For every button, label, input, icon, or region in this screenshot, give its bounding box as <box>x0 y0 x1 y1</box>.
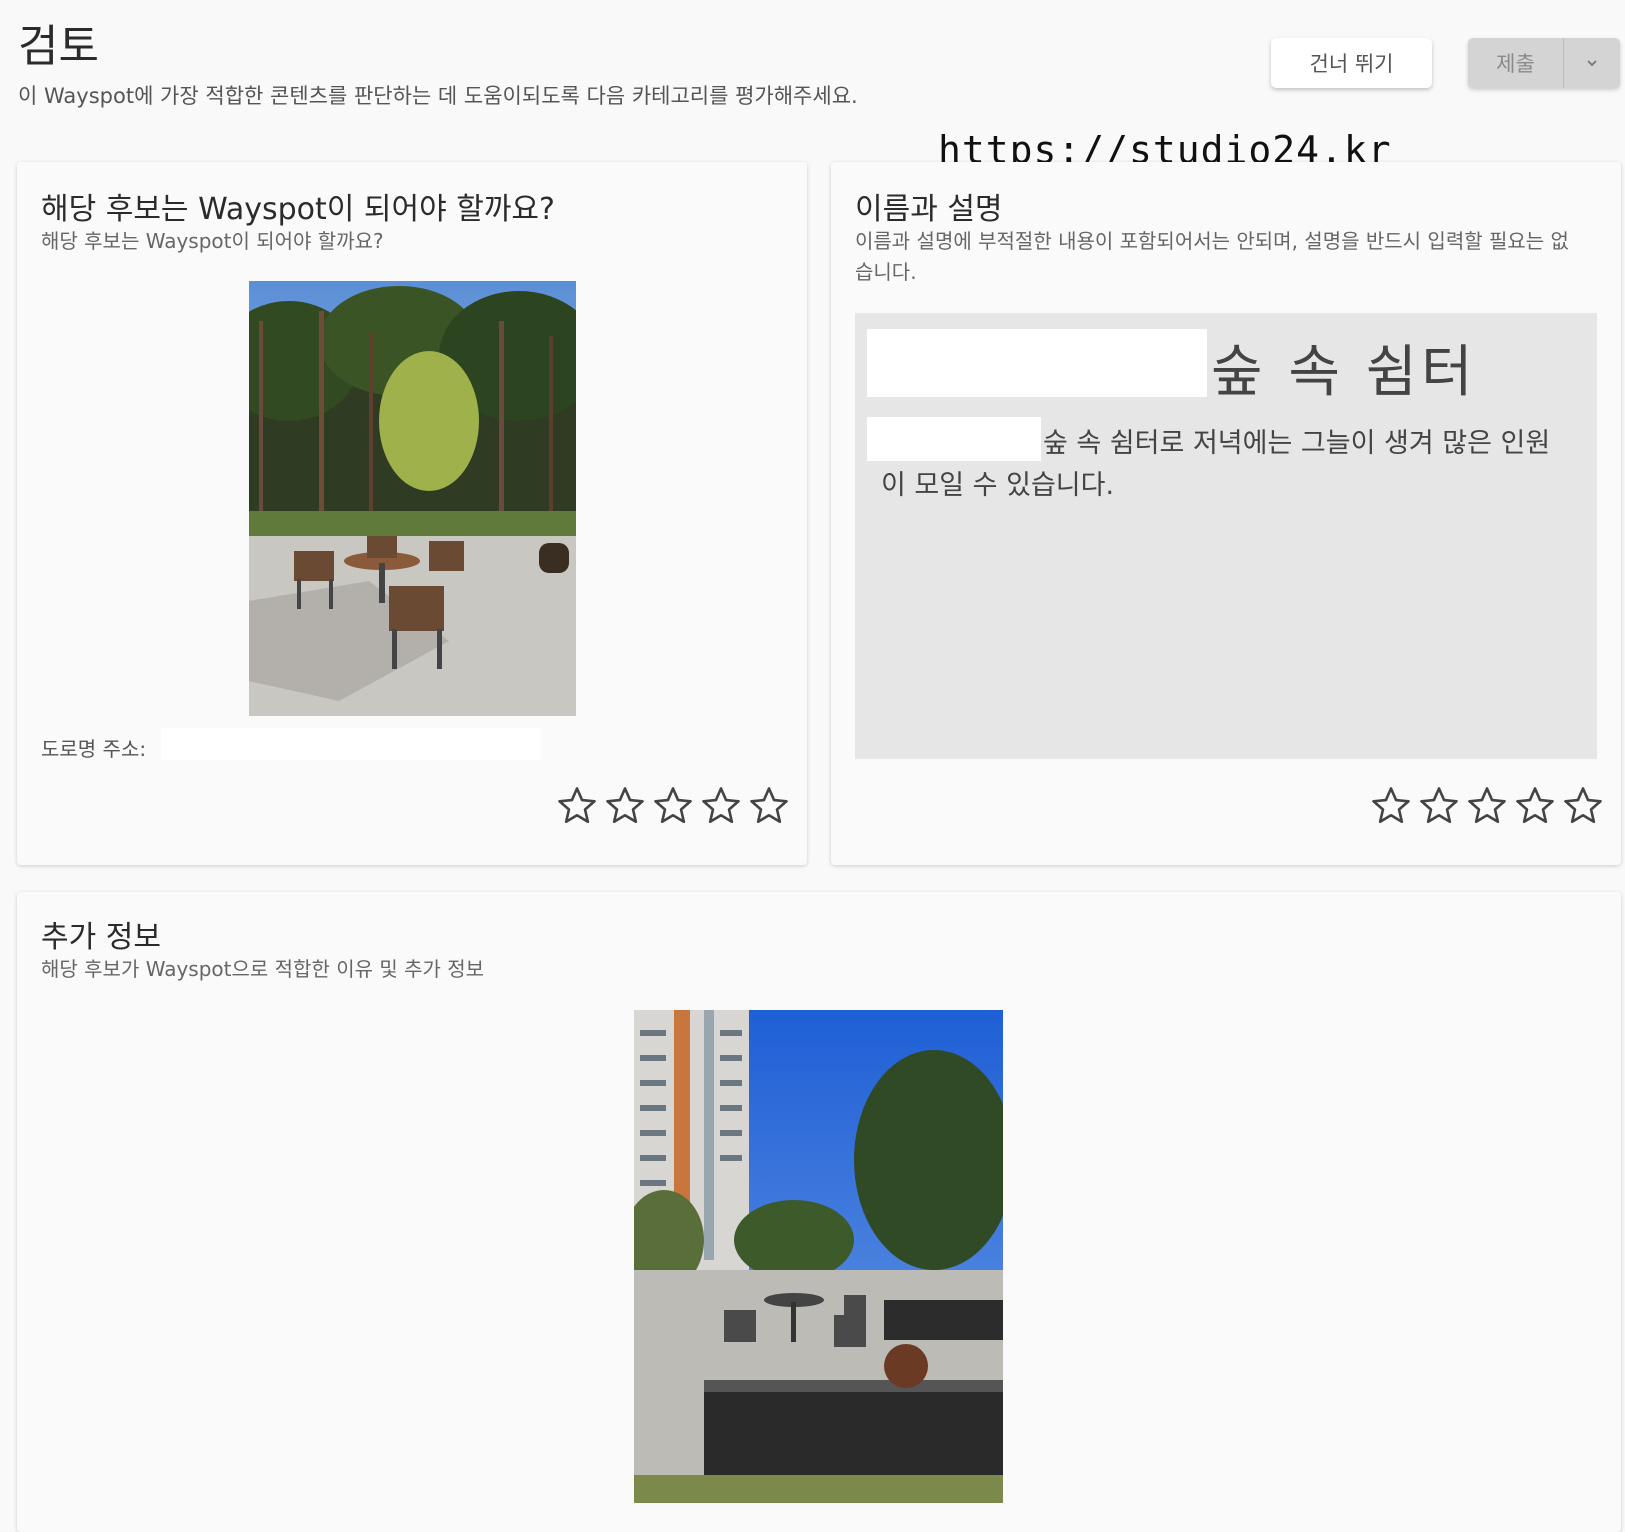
candidate-photo[interactable] <box>249 281 576 716</box>
description-redacted-block <box>867 417 1041 461</box>
star-icon[interactable] <box>748 785 790 827</box>
courtyard-photo-image <box>249 281 576 716</box>
star-icon[interactable] <box>1562 785 1604 827</box>
name-card-title: 이름과 설명 <box>855 192 1003 227</box>
address-label: 도로명 주소: <box>41 737 147 761</box>
chevron-down-icon <box>1587 60 1597 67</box>
candidate-card-title: 해당 후보는 Wayspot이 되어야 할까요? <box>41 192 555 227</box>
star-icon[interactable] <box>1466 785 1508 827</box>
candidate-description-line1: 숲 속 쉼터로 저녁에는 그늘이 생겨 많은 인원 <box>1043 428 1551 459</box>
additional-info-card: 추가 정보 해당 후보가 Wayspot으로 적합한 이유 및 추가 정보 <box>17 892 1621 1532</box>
candidate-card-subtitle: 해당 후보는 Wayspot이 되어야 할까요? <box>41 229 384 253</box>
page-title: 검토 <box>18 21 99 72</box>
star-icon[interactable] <box>652 785 694 827</box>
name-description-card: 이름과 설명 이름과 설명에 부적절한 내용이 포함되어서는 안되며, 설명을 … <box>831 162 1621 865</box>
additional-card-title: 추가 정보 <box>41 920 161 955</box>
submit-button[interactable]: 제출 <box>1468 38 1564 88</box>
name-card-subtitle: 이름과 설명에 부적절한 내용이 포함되어서는 안되며, 설명을 반드시 입력할… <box>855 229 1569 284</box>
star-icon[interactable] <box>1514 785 1556 827</box>
star-icon[interactable] <box>604 785 646 827</box>
skip-button[interactable]: 건너 뛰기 <box>1271 38 1432 88</box>
supporting-photo-image <box>634 1010 1003 1503</box>
submit-button-group: 제출 <box>1468 38 1620 88</box>
candidate-card: 해당 후보는 Wayspot이 되어야 할까요? 해당 후보는 Wayspot이… <box>17 162 807 865</box>
name-star-rating <box>1370 785 1604 827</box>
name-redacted-block <box>867 329 1207 397</box>
address-redacted-block <box>161 728 541 760</box>
star-icon[interactable] <box>1418 785 1460 827</box>
candidate-star-rating <box>556 785 790 827</box>
star-icon[interactable] <box>1370 785 1412 827</box>
candidate-name: 숲 속 쉼터 <box>1211 340 1477 405</box>
star-icon[interactable] <box>556 785 598 827</box>
additional-card-subtitle: 해당 후보가 Wayspot으로 적합한 이유 및 추가 정보 <box>41 957 485 981</box>
page-subtitle: 이 Wayspot에 가장 적합한 콘텐츠를 판단하는 데 도움이되도록 다음 … <box>18 84 858 108</box>
submit-options-button[interactable] <box>1564 38 1620 88</box>
candidate-description-line2: 이 모일 수 있습니다. <box>881 470 1115 501</box>
name-description-panel: 숲 속 쉼터 숲 속 쉼터로 저녁에는 그늘이 생겨 많은 인원 이 모일 수 … <box>855 313 1597 759</box>
star-icon[interactable] <box>700 785 742 827</box>
supporting-photo[interactable] <box>634 1010 1003 1503</box>
